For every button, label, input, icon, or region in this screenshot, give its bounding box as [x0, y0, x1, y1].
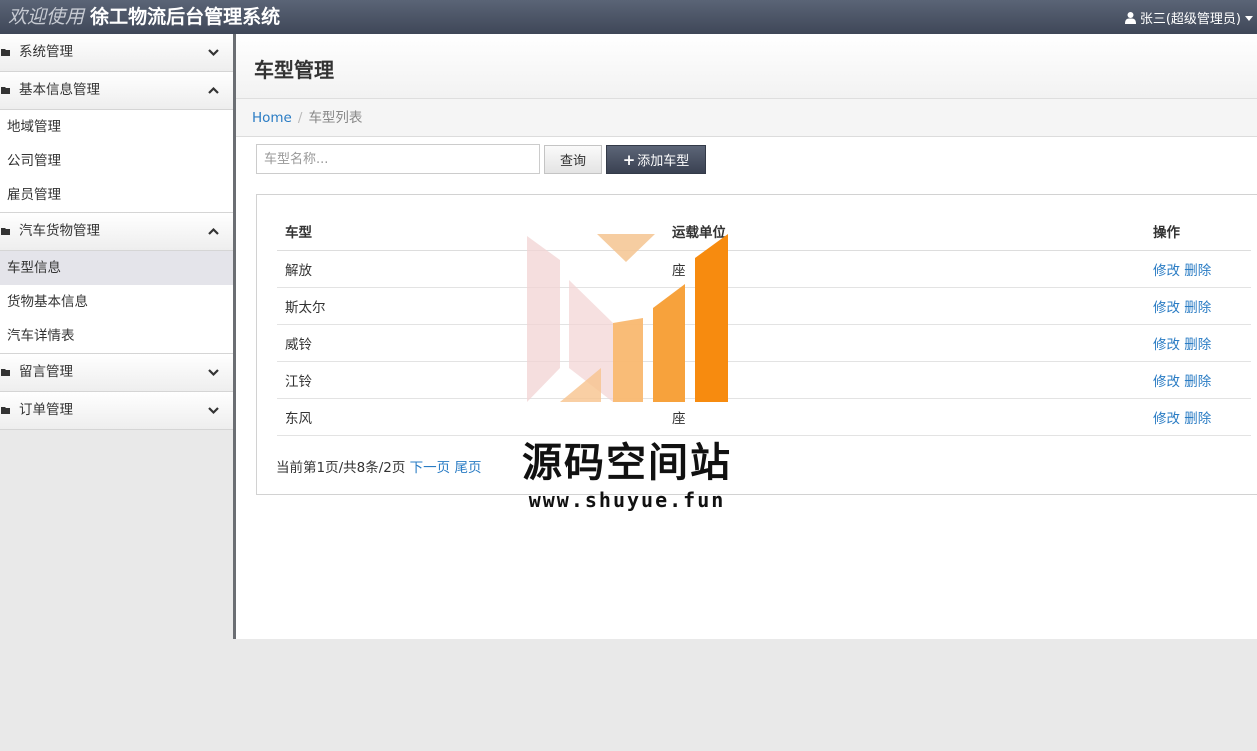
sidebar-group-label: 系统管理	[19, 44, 73, 60]
column-header-actions: 操作	[1145, 213, 1251, 251]
cell-actions: 修改 删除	[1145, 398, 1251, 436]
sidebar: 系统管理 基本信息管理 地域管理 公司管理 雇员管理 汽车货物管理 车型信息 货…	[0, 34, 233, 751]
sidebar-group-vehicle-cargo[interactable]: 汽车货物管理	[0, 213, 233, 251]
watermark-title: 源码空间站	[522, 440, 732, 486]
page-header: 车型管理	[236, 34, 1257, 99]
user-icon	[1124, 12, 1136, 24]
chevron-up-icon	[208, 86, 219, 94]
chevron-up-icon	[208, 227, 219, 235]
delete-link[interactable]: 删除	[1184, 374, 1211, 390]
edit-link[interactable]: 修改	[1153, 411, 1180, 427]
edit-link[interactable]: 修改	[1153, 374, 1180, 390]
page-title: 车型管理	[254, 58, 334, 82]
cell-actions: 修改 删除	[1145, 287, 1251, 325]
sidebar-item-company[interactable]: 公司管理	[0, 144, 233, 178]
folder-icon	[1, 407, 10, 414]
watermark-logo-icon	[527, 234, 728, 402]
brand: 欢迎使用 徐工物流后台管理系统	[8, 2, 280, 29]
pagination-info: 当前第1页/共8条/2页	[276, 460, 406, 476]
sidebar-item-cargo-info[interactable]: 货物基本信息	[0, 285, 233, 319]
sidebar-submenu: 地域管理 公司管理 雇员管理	[0, 110, 233, 213]
edit-link[interactable]: 修改	[1153, 263, 1180, 279]
edit-link[interactable]: 修改	[1153, 300, 1180, 316]
sidebar-group-messages[interactable]: 留言管理	[0, 354, 233, 392]
sidebar-submenu: 车型信息 货物基本信息 汽车详情表	[0, 251, 233, 354]
query-button[interactable]: 查询	[544, 145, 602, 174]
delete-link[interactable]: 删除	[1184, 411, 1211, 427]
breadcrumb: Home / 车型列表	[236, 99, 1257, 137]
welcome-text: 欢迎使用	[8, 6, 85, 28]
delete-link[interactable]: 删除	[1184, 263, 1211, 279]
chevron-down-icon	[208, 49, 219, 57]
top-bar: 欢迎使用 徐工物流后台管理系统 张三(超级管理员)	[0, 0, 1257, 34]
breadcrumb-current: 车型列表	[308, 110, 363, 126]
next-page-link[interactable]: 下一页	[410, 460, 451, 476]
sidebar-item-vehicle-detail[interactable]: 汽车详情表	[0, 319, 233, 353]
sidebar-item-region[interactable]: 地域管理	[0, 110, 233, 144]
sidebar-group-label: 订单管理	[19, 402, 73, 418]
cell-actions: 修改 删除	[1145, 361, 1251, 399]
add-vehicle-type-button[interactable]: + 添加车型	[606, 145, 706, 174]
watermark-url: www.shuyue.fun	[528, 488, 726, 512]
sidebar-group-system[interactable]: 系统管理	[0, 34, 233, 72]
caret-down-icon	[1245, 16, 1253, 21]
search-input[interactable]	[256, 144, 540, 174]
delete-link[interactable]: 删除	[1184, 300, 1211, 316]
sidebar-item-vehicle-type[interactable]: 车型信息	[0, 251, 233, 285]
folder-icon	[1, 369, 10, 376]
chevron-down-icon	[208, 407, 219, 415]
pagination: 当前第1页/共8条/2页 下一页 尾页	[276, 456, 481, 476]
plus-icon: +	[622, 151, 636, 169]
sidebar-group-basic-info[interactable]: 基本信息管理	[0, 72, 233, 110]
edit-link[interactable]: 修改	[1153, 337, 1180, 353]
sidebar-group-label: 汽车货物管理	[19, 223, 100, 239]
user-name: 张三(超级管理员)	[1139, 12, 1241, 27]
system-name: 徐工物流后台管理系统	[90, 6, 281, 28]
add-button-label: 添加车型	[637, 154, 690, 169]
sidebar-group-label: 留言管理	[19, 364, 73, 380]
folder-icon	[1, 87, 10, 94]
delete-link[interactable]: 删除	[1184, 337, 1211, 353]
sidebar-group-orders[interactable]: 订单管理	[0, 392, 233, 430]
cell-actions: 修改 删除	[1145, 324, 1251, 362]
last-page-link[interactable]: 尾页	[454, 460, 481, 476]
folder-icon	[1, 49, 10, 56]
breadcrumb-home-link[interactable]: Home	[252, 110, 292, 126]
breadcrumb-separator: /	[297, 110, 303, 126]
user-menu[interactable]: 张三(超级管理员)	[1124, 8, 1253, 27]
watermark: 源码空间站 www.shuyue.fun	[505, 228, 765, 518]
cell-actions: 修改 删除	[1145, 250, 1251, 288]
sidebar-item-employee[interactable]: 雇员管理	[0, 178, 233, 212]
folder-icon	[1, 228, 10, 235]
sidebar-group-label: 基本信息管理	[19, 82, 100, 98]
chevron-down-icon	[208, 369, 219, 377]
